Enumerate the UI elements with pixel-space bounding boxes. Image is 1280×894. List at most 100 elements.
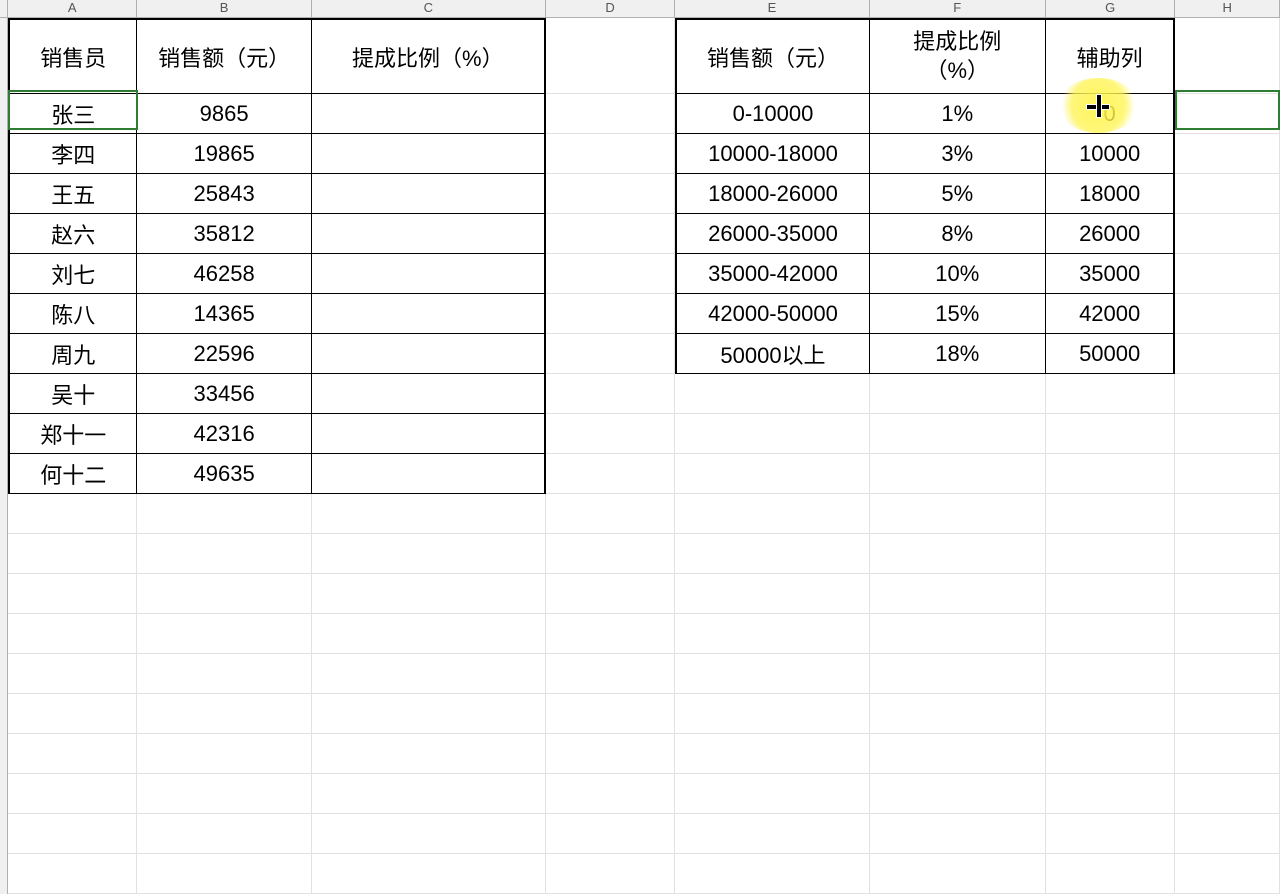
cell-G8[interactable]: 50000 (1046, 334, 1176, 374)
cell-B8[interactable]: 22596 (137, 334, 311, 374)
cell-D3[interactable] (546, 134, 675, 174)
cell-F1[interactable]: 提成比例 （%） (870, 18, 1046, 94)
cell-E12[interactable] (675, 494, 869, 534)
cell-G17[interactable] (1046, 694, 1176, 734)
cell-G10[interactable] (1046, 414, 1176, 454)
cell-F10[interactable] (870, 414, 1046, 454)
cell-F19[interactable] (870, 774, 1046, 814)
cell-E13[interactable] (675, 534, 869, 574)
cell-E11[interactable] (675, 454, 869, 494)
cell-H12[interactable] (1175, 494, 1280, 534)
cell-B19[interactable] (137, 774, 311, 814)
cell-A15[interactable] (8, 614, 138, 654)
cell-B2[interactable]: 9865 (137, 94, 311, 134)
cell-C20[interactable] (312, 814, 546, 854)
cell-E2[interactable]: 0-10000 (675, 94, 869, 134)
row-header-12[interactable] (0, 494, 8, 534)
cell-A3[interactable]: 李四 (8, 134, 138, 174)
cell-H21[interactable] (1175, 854, 1280, 894)
cell-G15[interactable] (1046, 614, 1176, 654)
cell-C11[interactable] (312, 454, 546, 494)
cell-A21[interactable] (8, 854, 138, 894)
cell-H14[interactable] (1175, 574, 1280, 614)
col-header-D[interactable]: D (546, 0, 676, 17)
cell-D19[interactable] (546, 774, 676, 814)
col-header-H[interactable]: H (1175, 0, 1280, 17)
cell-C13[interactable] (312, 534, 546, 574)
cell-E6[interactable]: 35000-42000 (675, 254, 869, 294)
col-header-F[interactable]: F (870, 0, 1046, 17)
cell-H13[interactable] (1175, 534, 1280, 574)
cell-A17[interactable] (8, 694, 138, 734)
cell-E21[interactable] (675, 854, 869, 894)
cell-A13[interactable] (8, 534, 138, 574)
cell-F7[interactable]: 15% (870, 294, 1046, 334)
row-header-17[interactable] (0, 694, 8, 734)
cell-E17[interactable] (675, 694, 869, 734)
cell-B4[interactable]: 25843 (137, 174, 311, 214)
cell-B10[interactable]: 42316 (137, 414, 311, 454)
cell-E20[interactable] (675, 814, 869, 854)
cell-A18[interactable] (8, 734, 138, 774)
cell-H8[interactable] (1175, 334, 1280, 374)
cell-F14[interactable] (870, 574, 1046, 614)
cell-H20[interactable] (1175, 814, 1280, 854)
col-header-C[interactable]: C (312, 0, 546, 17)
row-header-10[interactable] (0, 414, 8, 454)
cell-E18[interactable] (675, 734, 869, 774)
cell-F12[interactable] (870, 494, 1046, 534)
cell-B20[interactable] (137, 814, 311, 854)
spreadsheet-sheet[interactable]: A B C D E F G H 销售员 销售额（元） 提成比例（%） 销售额（元… (0, 0, 1280, 860)
cell-D11[interactable] (546, 454, 676, 494)
cell-B5[interactable]: 35812 (137, 214, 311, 254)
cell-A2[interactable]: 张三 (8, 94, 138, 134)
cell-F18[interactable] (870, 734, 1046, 774)
cell-A16[interactable] (8, 654, 138, 694)
cell-F4[interactable]: 5% (870, 174, 1046, 214)
cell-G14[interactable] (1046, 574, 1176, 614)
cell-A6[interactable]: 刘七 (8, 254, 138, 294)
cell-D21[interactable] (546, 854, 676, 894)
row-header-15[interactable] (0, 614, 8, 654)
cell-B3[interactable]: 19865 (137, 134, 311, 174)
cell-C9[interactable] (312, 374, 546, 414)
row-header-14[interactable] (0, 574, 8, 614)
cell-E5[interactable]: 26000-35000 (675, 214, 869, 254)
cell-A8[interactable]: 周九 (8, 334, 138, 374)
cell-D12[interactable] (546, 494, 676, 534)
row-header-16[interactable] (0, 654, 8, 694)
cell-F3[interactable]: 3% (870, 134, 1046, 174)
cell-G20[interactable] (1046, 814, 1176, 854)
cell-B7[interactable]: 14365 (137, 294, 311, 334)
cell-D10[interactable] (546, 414, 676, 454)
cell-H19[interactable] (1175, 774, 1280, 814)
cell-B6[interactable]: 46258 (137, 254, 311, 294)
cell-B21[interactable] (137, 854, 311, 894)
cell-D17[interactable] (546, 694, 676, 734)
cell-A4[interactable]: 王五 (8, 174, 138, 214)
cell-C10[interactable] (312, 414, 546, 454)
cell-B13[interactable] (137, 534, 311, 574)
cell-D16[interactable] (546, 654, 676, 694)
cell-G11[interactable] (1046, 454, 1176, 494)
cell-B17[interactable] (137, 694, 311, 734)
cell-C19[interactable] (312, 774, 546, 814)
cell-B18[interactable] (137, 734, 311, 774)
col-header-G[interactable]: G (1046, 0, 1176, 17)
cell-D8[interactable] (546, 334, 675, 374)
cell-C14[interactable] (312, 574, 546, 614)
cell-E7[interactable]: 42000-50000 (675, 294, 869, 334)
cell-E14[interactable] (675, 574, 869, 614)
row-header-6[interactable] (0, 254, 8, 294)
cell-B15[interactable] (137, 614, 311, 654)
cell-F5[interactable]: 8% (870, 214, 1046, 254)
row-header-19[interactable] (0, 774, 8, 814)
cell-C12[interactable] (312, 494, 546, 534)
cell-B16[interactable] (137, 654, 311, 694)
cell-F17[interactable] (870, 694, 1046, 734)
cell-E19[interactable] (675, 774, 869, 814)
cell-F15[interactable] (870, 614, 1046, 654)
cell-G18[interactable] (1046, 734, 1176, 774)
row-header-7[interactable] (0, 294, 8, 334)
cell-C4[interactable] (312, 174, 546, 214)
